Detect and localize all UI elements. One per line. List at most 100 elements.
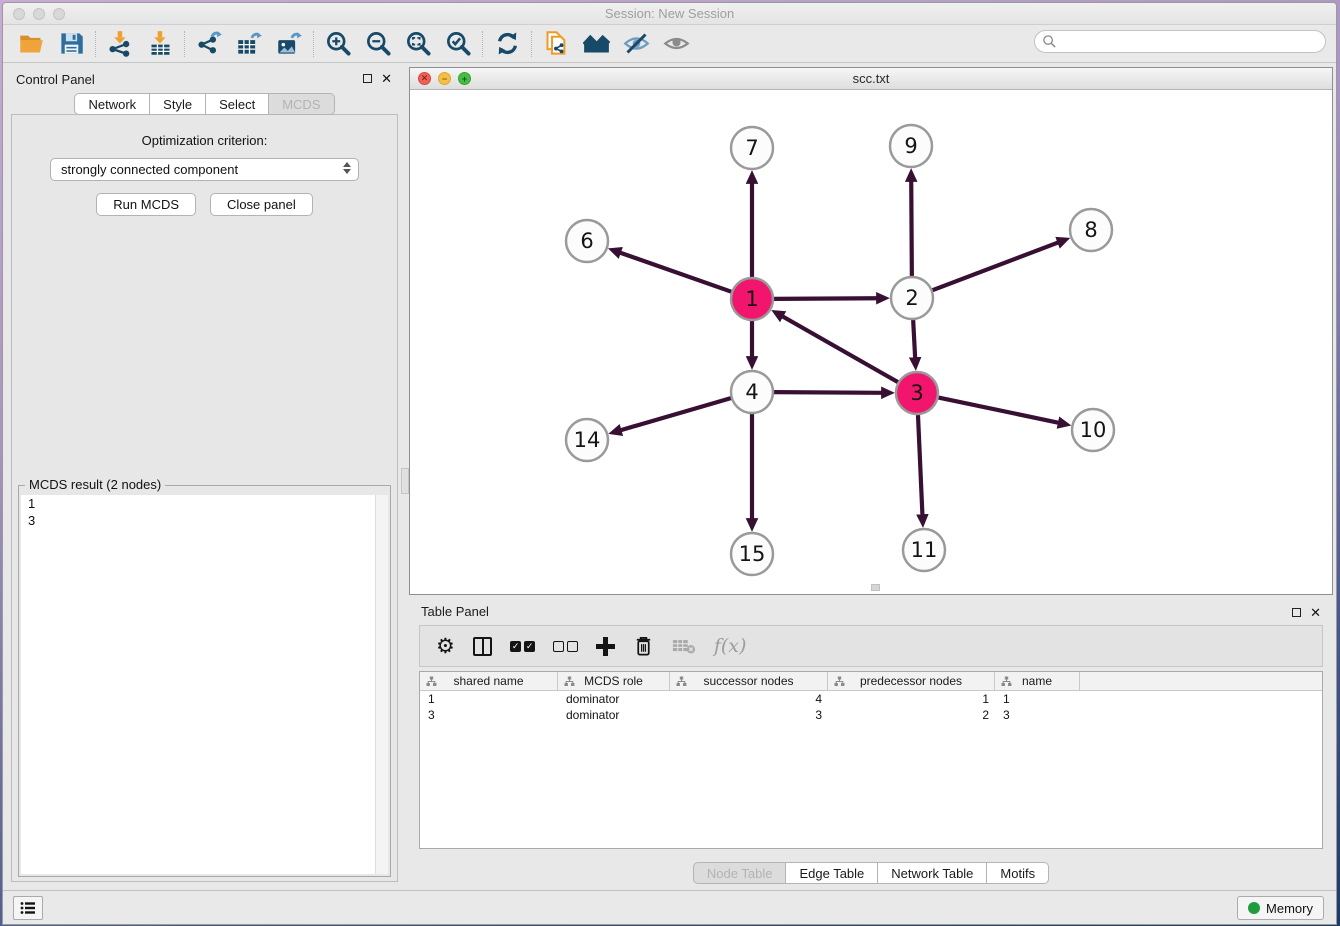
graph-svg[interactable]: 7968124314101511 (410, 90, 1332, 593)
graph-edge-3-10[interactable] (939, 398, 1059, 423)
refresh-icon[interactable] (487, 28, 527, 60)
table-settings-gear-icon[interactable]: ⚙ (436, 636, 455, 657)
column-header-name[interactable]: name (995, 672, 1080, 690)
graph-edge-1-6[interactable] (620, 253, 731, 292)
control-panel: Control Panel ✕ Network Style Select MCD… (3, 63, 406, 890)
column-header-successor-nodes[interactable]: successor nodes (670, 672, 828, 690)
scrollbar-track[interactable] (375, 495, 388, 874)
minimize-window-button[interactable] (33, 8, 45, 20)
graph-edge-1-2[interactable] (774, 298, 877, 299)
import-network-icon[interactable] (100, 28, 140, 60)
main-toolbar (3, 25, 1336, 63)
graph-edge-4-14[interactable] (621, 398, 731, 430)
cytoscape-window: Session: New Session (2, 2, 1337, 925)
optimization-criterion-select[interactable]: strongly connected component (50, 158, 359, 181)
dropdown-value: strongly connected component (61, 162, 238, 177)
column-header-MCDS-role[interactable]: MCDS role (558, 672, 670, 690)
save-icon[interactable] (51, 28, 91, 60)
add-column-icon[interactable] (596, 637, 615, 656)
graph-edge-3-1[interactable] (782, 316, 897, 382)
mcds-result-group: MCDS result (2 nodes) 13 (18, 485, 391, 877)
table-cell: 2 (828, 708, 995, 722)
tab-motifs[interactable]: Motifs (987, 862, 1049, 884)
table-cell: 1 (828, 692, 995, 706)
hierarchy-icon (426, 676, 437, 687)
zoom-out-icon[interactable] (358, 28, 398, 60)
graph-node-label: 7 (745, 136, 758, 160)
duplicate-network-icon[interactable] (536, 28, 576, 60)
control-panel-title: Control Panel (16, 72, 95, 87)
tab-network[interactable]: Network (74, 93, 150, 115)
run-mcds-button[interactable]: Run MCDS (96, 193, 196, 216)
tab-style[interactable]: Style (150, 93, 206, 115)
task-history-button[interactable] (13, 896, 43, 920)
minimize-network-icon[interactable]: − (438, 72, 451, 85)
table-row[interactable]: 3dominator323 (420, 707, 1322, 723)
optimization-criterion-label: Optimization criterion: (12, 133, 397, 148)
delete-column-icon[interactable] (633, 635, 654, 657)
maximize-network-icon[interactable]: + (458, 72, 471, 85)
network-canvas[interactable]: 7968124314101511 (410, 90, 1332, 593)
table-cell: 3 (995, 708, 1080, 722)
table-cell: 3 (420, 708, 558, 722)
horizontal-scroll-thumb[interactable] (871, 584, 880, 591)
show-column-icon[interactable] (473, 637, 492, 656)
mcds-pane: Optimization criterion: strongly connect… (11, 114, 398, 882)
table-header-row: shared nameMCDS rolesuccessor nodesprede… (420, 672, 1322, 691)
hierarchy-icon (1001, 676, 1012, 687)
chevron-up-down-icon (343, 162, 351, 174)
mcds-result-list[interactable]: 13 (21, 495, 388, 874)
float-table-panel-icon[interactable] (1292, 608, 1301, 617)
import-table-icon[interactable] (140, 28, 180, 60)
hierarchy-icon (834, 676, 845, 687)
select-all-icon[interactable] (510, 641, 535, 652)
tab-edge-table[interactable]: Edge Table (786, 862, 878, 884)
close-panel-button[interactable]: Close panel (210, 193, 313, 216)
column-header-shared-name[interactable]: shared name (420, 672, 558, 690)
maximize-window-button[interactable] (53, 8, 65, 20)
memory-status-dot-icon (1248, 902, 1260, 914)
delete-table-icon[interactable] (672, 638, 696, 655)
graph-node-label: 9 (904, 134, 917, 158)
deselect-all-icon[interactable] (553, 641, 578, 652)
zoom-selected-icon[interactable] (438, 28, 478, 60)
hide-selected-eye-icon[interactable] (616, 28, 656, 60)
fit-content-icon[interactable] (398, 28, 438, 60)
close-network-icon[interactable]: ✕ (418, 72, 431, 85)
graph-edge-2-8[interactable] (933, 242, 1059, 290)
close-window-button[interactable] (13, 8, 25, 20)
export-table-icon[interactable] (229, 28, 269, 60)
graph-edge-3-11[interactable] (918, 415, 922, 515)
node-table[interactable]: shared nameMCDS rolesuccessor nodesprede… (419, 671, 1323, 849)
graph-node-label: 8 (1084, 218, 1097, 242)
tab-select[interactable]: Select (206, 93, 269, 115)
search-input[interactable] (1034, 30, 1326, 53)
table-row[interactable]: 1dominator411 (420, 691, 1322, 707)
toolbar-separator (184, 31, 185, 57)
zoom-in-icon[interactable] (318, 28, 358, 60)
first-neighbors-icon[interactable] (576, 28, 616, 60)
table-cell: dominator (558, 692, 670, 706)
tab-mcds[interactable]: MCDS (269, 93, 334, 115)
table-toolbar: ⚙ f(x) (419, 625, 1323, 667)
graph-edge-2-9[interactable] (911, 181, 912, 276)
export-network-icon[interactable] (189, 28, 229, 60)
table-panel-title: Table Panel (421, 604, 489, 619)
export-image-icon[interactable] (269, 28, 309, 60)
open-folder-icon[interactable] (11, 28, 51, 60)
toolbar-separator (313, 31, 314, 57)
splitter-grip[interactable] (401, 468, 409, 494)
graph-node-label: 2 (905, 286, 918, 310)
memory-button[interactable]: Memory (1237, 896, 1324, 920)
function-builder-icon[interactable]: f(x) (714, 635, 747, 657)
float-panel-icon[interactable] (363, 74, 372, 83)
close-panel-icon[interactable]: ✕ (381, 71, 392, 87)
graph-edge-2-3[interactable] (913, 320, 915, 358)
tab-node-table[interactable]: Node Table (693, 862, 787, 884)
column-header-predecessor-nodes[interactable]: predecessor nodes (828, 672, 995, 690)
network-window-titlebar[interactable]: ✕ − + scc.txt (410, 68, 1332, 90)
graph-edge-4-3[interactable] (774, 392, 882, 393)
show-all-eye-icon[interactable] (656, 28, 696, 60)
tab-network-table[interactable]: Network Table (878, 862, 987, 884)
close-table-panel-icon[interactable]: ✕ (1310, 605, 1321, 621)
